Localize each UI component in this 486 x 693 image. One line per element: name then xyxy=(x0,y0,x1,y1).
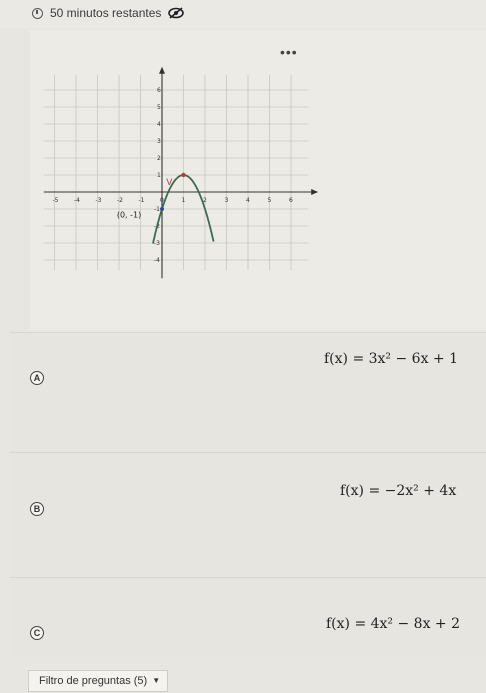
timer-text: 50 minutos restantes xyxy=(50,6,162,20)
more-options-icon[interactable]: ••• xyxy=(280,44,298,60)
graph-panel: -5 -4 -3 -2 -1 0 1 2 3 4 5 6 6 5 4 3 2 1 -1 -2 -3 -4 V (0, -1) xyxy=(30,30,486,330)
x-tick-label: 6 xyxy=(289,197,293,204)
option-b-radio[interactable]: B xyxy=(30,502,44,516)
y-tick-label: -3 xyxy=(154,240,160,247)
y-tick-label: 2 xyxy=(157,155,161,162)
y-tick-label: 3 xyxy=(157,138,161,145)
x-axis-arrow xyxy=(311,189,319,195)
y-intercept-label: (0, -1) xyxy=(117,211,141,220)
option-c-radio[interactable]: C xyxy=(30,626,44,640)
option-b-formula: f(x) = −2x² + 4x xyxy=(340,483,457,499)
y-axis-arrow xyxy=(159,66,165,74)
y-tick-label: -4 xyxy=(154,257,160,264)
top-bar: 50 minutos restantes xyxy=(0,0,486,28)
parabola-graph: -5 -4 -3 -2 -1 0 1 2 3 4 5 6654321-1-2-3-4V(0, -1) xyxy=(43,66,319,279)
y-tick-label: 4 xyxy=(157,121,161,128)
option-a-radio[interactable]: A xyxy=(30,371,44,385)
x-tick-label: -5 xyxy=(53,197,59,204)
question-filter-dropdown[interactable]: Filtro de preguntas (5) ▼ xyxy=(28,670,168,692)
clock-icon xyxy=(32,8,43,19)
chevron-down-icon: ▼ xyxy=(152,676,161,685)
option-a-formula: f(x) = 3x² − 6x + 1 xyxy=(324,351,459,367)
y-tick-label: 1 xyxy=(157,172,161,179)
y-tick-label: 5 xyxy=(157,104,161,111)
answer-option-b[interactable]: f(x) = −2x² + 4x B xyxy=(10,452,486,578)
x-tick-label: 4 xyxy=(246,197,250,204)
y-tick-label: 6 xyxy=(157,87,161,94)
eye-off-icon[interactable] xyxy=(168,7,184,19)
y-tick-label: -1 xyxy=(154,206,160,213)
vertex-point xyxy=(181,172,186,178)
x-tick-label: -3 xyxy=(96,197,102,204)
x-tick-label: 1 xyxy=(182,197,186,204)
option-c-formula: f(x) = 4x² − 8x + 2 xyxy=(326,616,461,632)
vertex-label: V xyxy=(166,178,173,188)
x-tick-label: -4 xyxy=(74,197,80,204)
y-intercept-point xyxy=(160,207,164,211)
x-tick-label: -2 xyxy=(117,197,123,204)
x-tick-label: -1 xyxy=(139,197,145,204)
answer-option-a[interactable]: f(x) = 3x² − 6x + 1 A xyxy=(10,332,486,453)
x-tick-label: 5 xyxy=(268,197,272,204)
x-tick-label: 3 xyxy=(225,197,229,204)
answer-option-c[interactable]: f(x) = 4x² − 8x + 2 C xyxy=(10,577,486,658)
filter-label: Filtro de preguntas (5) xyxy=(39,675,148,687)
